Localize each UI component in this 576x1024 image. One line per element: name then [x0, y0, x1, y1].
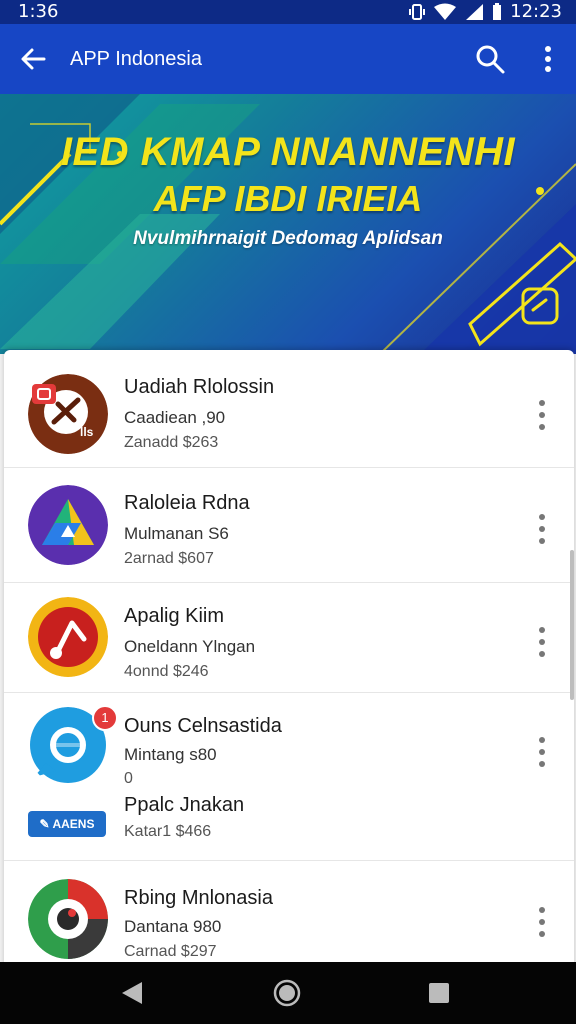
- app-name: Uadiah Rlolossin: [124, 376, 275, 398]
- app-subtitle: Ppalc Jnakan: [124, 794, 245, 816]
- wifi-icon: [434, 3, 457, 20]
- app-detail: Dantana 980: [124, 917, 222, 936]
- signal-icon: [466, 3, 484, 20]
- system-nav-bar: [0, 962, 576, 1024]
- app-price: Carnad $297: [124, 943, 217, 960]
- app-name: Rbing Mnlonasia: [124, 887, 273, 909]
- app-detail: Caadiean ,90: [124, 408, 226, 427]
- nav-recent-icon[interactable]: [424, 978, 454, 1008]
- app-tag[interactable]: ✎ AAENS: [28, 811, 106, 837]
- app-price: 4onnd $246: [124, 663, 209, 680]
- list-item[interactable]: Raloleia Rdna Mulmanan S6 2arnad $607: [4, 468, 574, 583]
- app-toolbar: APP Indonesia: [0, 24, 576, 94]
- nav-home-icon[interactable]: [272, 978, 302, 1008]
- vibrate-icon: [409, 3, 426, 20]
- status-time-left: 1:36: [18, 1, 59, 22]
- app-name: Raloleia Rdna: [124, 492, 250, 514]
- more-vert-icon[interactable]: [534, 905, 550, 939]
- app-detail-extra: 0: [124, 770, 133, 787]
- app-price: Katar1 $466: [124, 823, 212, 840]
- more-vert-icon[interactable]: [534, 735, 550, 769]
- nav-back-icon[interactable]: [118, 978, 148, 1008]
- app-icon-triangle: [28, 485, 108, 565]
- banner-subtitle: Nvulmihrnaigit Dedomag Aplidsan: [133, 228, 443, 249]
- app-detail: Mintang s80: [124, 745, 217, 764]
- banner-headline-2: AFP IBDI IRIEIA: [153, 178, 423, 219]
- badge-count: 1: [92, 705, 118, 731]
- tag-label: AAENS: [52, 817, 95, 831]
- app-detail: Oneldann Ylngan: [124, 637, 256, 656]
- app-list: lls Uadiah Rlolossin Caadiean ,90 Zanadd…: [4, 350, 574, 970]
- app-icon-music: [28, 597, 108, 677]
- app-icon-camera: [28, 879, 108, 959]
- app-price: 2arnad $607: [124, 550, 214, 567]
- hero-banner: IED KMAP NNANNENHI AFP IBDI IRIEIA Nvulm…: [0, 94, 576, 354]
- list-item[interactable]: lls Uadiah Rlolossin Caadiean ,90 Zanadd…: [4, 350, 574, 468]
- svg-text:lls: lls: [80, 425, 94, 439]
- battery-icon: [493, 2, 502, 20]
- banner-headline-1: IED KMAP NNANNENHI: [60, 130, 516, 174]
- more-vert-icon[interactable]: [534, 512, 550, 546]
- toolbar-title: APP Indonesia: [70, 48, 202, 70]
- app-name: Apalig Kiim: [124, 605, 225, 627]
- app-name: Ouns Celnsastida: [124, 715, 282, 737]
- app-price: Zanadd $263: [124, 434, 219, 451]
- list-item[interactable]: Apalig Kiim Oneldann Ylngan 4onnd $246: [4, 583, 574, 693]
- status-time-right: 12:23: [510, 1, 562, 22]
- list-item[interactable]: 1 ✎ AAENS Ouns Celnsastida Mintang s80 0…: [4, 693, 574, 861]
- notification-badge: [32, 384, 56, 404]
- more-vert-icon[interactable]: [534, 625, 550, 659]
- search-icon[interactable]: [474, 43, 506, 75]
- tag-icon: ✎: [39, 817, 53, 831]
- list-item[interactable]: Rbing Mnlonasia Dantana 980 Carnad $297: [4, 861, 574, 970]
- app-detail: Mulmanan S6: [124, 524, 229, 543]
- arrow-left-icon[interactable]: [18, 44, 48, 74]
- more-vert-icon[interactable]: [534, 398, 550, 432]
- scrollbar[interactable]: [570, 550, 574, 700]
- status-icons: 12:23: [408, 1, 562, 22]
- more-vert-icon[interactable]: [536, 43, 560, 75]
- status-bar: 1:36 12:23: [0, 0, 576, 24]
